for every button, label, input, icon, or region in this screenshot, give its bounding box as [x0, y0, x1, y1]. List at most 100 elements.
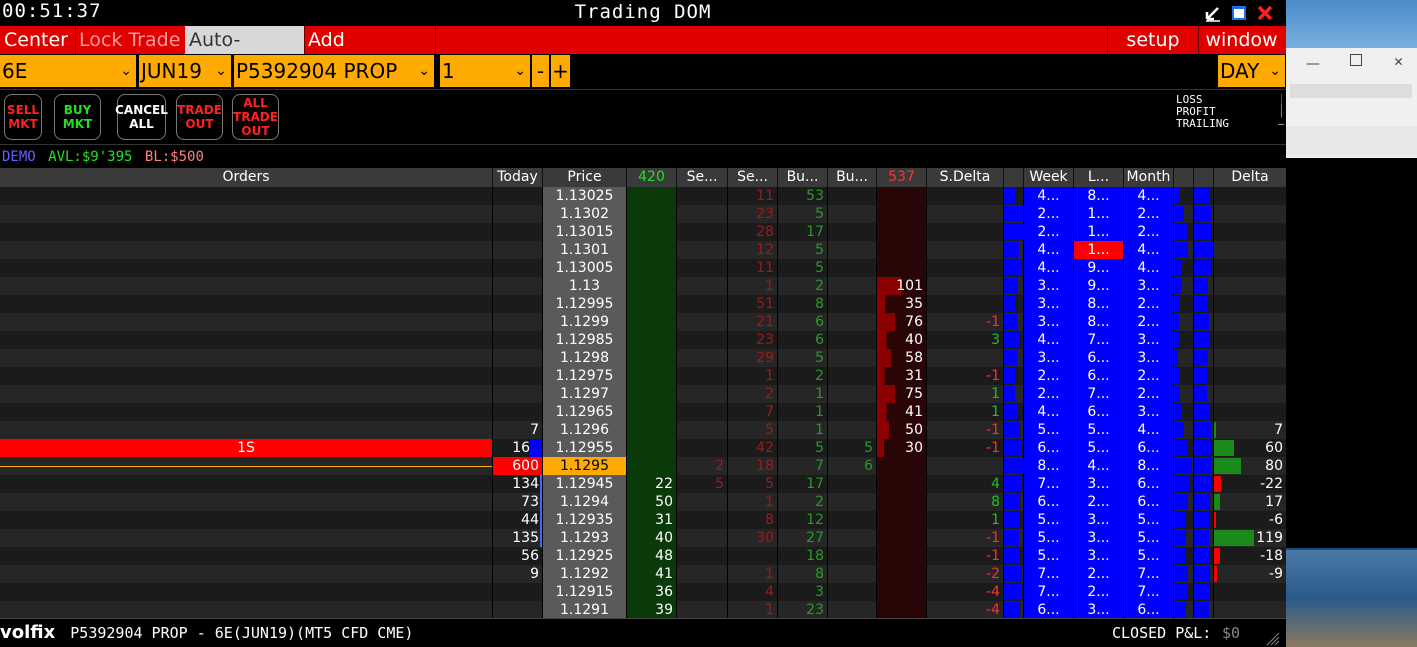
ask-volume[interactable]: 30: [877, 439, 926, 457]
auto-center-button[interactable]: Auto-Center: [185, 26, 305, 79]
center-button[interactable]: Center: [0, 26, 76, 54]
order-cell[interactable]: [0, 349, 492, 367]
order-cell[interactable]: [0, 511, 492, 529]
cancel-all-button[interactable]: CANCEL ALL: [115, 94, 168, 140]
bid-volume[interactable]: [627, 295, 676, 313]
account-select[interactable]: P5392904 PROP ⌄: [234, 55, 434, 87]
orders-header[interactable]: Orders: [0, 168, 493, 187]
price-level[interactable]: 1.12955: [543, 439, 626, 457]
price-level[interactable]: 1.13015: [543, 223, 626, 241]
price-header[interactable]: Price: [543, 168, 627, 187]
price-level[interactable]: 1.1296: [543, 421, 626, 439]
buy-header-1[interactable]: Bu...: [778, 168, 828, 187]
bid-volume[interactable]: 40: [627, 529, 676, 547]
ask-volume[interactable]: 50: [877, 421, 926, 439]
minimize-icon[interactable]: [1204, 4, 1222, 22]
order-cell[interactable]: [0, 583, 492, 601]
order-cell[interactable]: [0, 421, 492, 439]
order-cell[interactable]: [0, 601, 492, 619]
ask-volume[interactable]: 58: [877, 349, 926, 367]
ask-volume[interactable]: 101: [877, 277, 926, 295]
bid-volume[interactable]: [627, 259, 676, 277]
week-header[interactable]: Week: [1024, 168, 1074, 187]
price-level[interactable]: 1.12925: [543, 547, 626, 565]
order-cell[interactable]: [0, 187, 492, 205]
ask-volume[interactable]: [877, 511, 926, 529]
bid-volume[interactable]: 41: [627, 565, 676, 583]
price-level[interactable]: 1.12945: [543, 475, 626, 493]
month-header[interactable]: Month: [1124, 168, 1174, 187]
setup-button[interactable]: setup: [1107, 26, 1199, 54]
sell-header-2[interactable]: Se...: [728, 168, 778, 187]
order-cell[interactable]: [0, 529, 492, 547]
bid-volume[interactable]: [627, 349, 676, 367]
buy-market-button[interactable]: BUY MKT: [54, 94, 101, 140]
price-level[interactable]: 1.1298: [543, 349, 626, 367]
bid-volume[interactable]: 48: [627, 547, 676, 565]
ask-volume[interactable]: 40: [877, 331, 926, 349]
tif-select[interactable]: DAY ⌄: [1218, 55, 1285, 87]
bid-volume[interactable]: [627, 421, 676, 439]
quantity-select[interactable]: 1 ⌄: [440, 55, 530, 87]
bid-volume[interactable]: [627, 241, 676, 259]
ask-volume[interactable]: 41: [877, 403, 926, 421]
bid-volume[interactable]: [627, 277, 676, 295]
bid-volume[interactable]: [627, 187, 676, 205]
order-cell[interactable]: [0, 331, 492, 349]
bid-volume[interactable]: [627, 385, 676, 403]
price-level[interactable]: 1.1297: [543, 385, 626, 403]
ask-volume[interactable]: [877, 205, 926, 223]
bid-volume[interactable]: [627, 313, 676, 331]
order-cell[interactable]: [0, 493, 492, 511]
order-cell[interactable]: [0, 565, 492, 583]
sell-header-1[interactable]: Se...: [677, 168, 728, 187]
ask-volume[interactable]: [877, 475, 926, 493]
other-close-icon[interactable]: ✕: [1394, 52, 1403, 70]
price-level[interactable]: 1.12935: [543, 511, 626, 529]
working-order-marker[interactable]: 1S: [0, 439, 492, 457]
bid-volume[interactable]: 50: [627, 493, 676, 511]
ask-volume[interactable]: [877, 547, 926, 565]
ask-volume[interactable]: [877, 601, 926, 619]
order-cell[interactable]: [0, 367, 492, 385]
bid-volume[interactable]: [627, 223, 676, 241]
bid-volume[interactable]: 31: [627, 511, 676, 529]
bid-volume[interactable]: [627, 439, 676, 457]
price-level[interactable]: 1.1301: [543, 241, 626, 259]
bid-volume[interactable]: 36: [627, 583, 676, 601]
order-cell[interactable]: [0, 277, 492, 295]
ask-volume-header[interactable]: 537: [877, 168, 927, 187]
ask-volume[interactable]: 35: [877, 295, 926, 313]
bid-volume[interactable]: [627, 367, 676, 385]
price-level[interactable]: 1.12975: [543, 367, 626, 385]
price-level[interactable]: 1.1294: [543, 493, 626, 511]
price-level[interactable]: 1.1295: [543, 457, 626, 475]
bid-volume[interactable]: [627, 205, 676, 223]
order-cell[interactable]: [0, 547, 492, 565]
price-level[interactable]: 1.1292: [543, 565, 626, 583]
quantity-minus-button[interactable]: -: [532, 55, 549, 87]
ask-volume[interactable]: [877, 493, 926, 511]
ask-volume[interactable]: [877, 223, 926, 241]
delta-header[interactable]: Delta: [1214, 168, 1286, 187]
order-cell[interactable]: [0, 295, 492, 313]
resize-grip-icon[interactable]: [1266, 627, 1280, 646]
sdelta-header[interactable]: S.Delta: [927, 168, 1004, 187]
window-button[interactable]: window: [1197, 26, 1286, 54]
price-level[interactable]: 1.13005: [543, 259, 626, 277]
order-cell[interactable]: [0, 313, 492, 331]
order-cell[interactable]: [0, 403, 492, 421]
ask-volume[interactable]: 31: [877, 367, 926, 385]
lock-trade-button[interactable]: Lock Trade: [75, 26, 186, 54]
l-header[interactable]: L...: [1074, 168, 1124, 187]
order-cell[interactable]: [0, 241, 492, 259]
price-level[interactable]: 1.13: [543, 277, 626, 295]
symbol-select[interactable]: 6E ⌄: [0, 55, 136, 87]
ask-volume[interactable]: [877, 241, 926, 259]
ask-volume[interactable]: 75: [877, 385, 926, 403]
buy-header-2[interactable]: Bu...: [828, 168, 877, 187]
bid-volume[interactable]: [627, 403, 676, 421]
price-level[interactable]: 1.12965: [543, 403, 626, 421]
order-cell[interactable]: [0, 223, 492, 241]
bid-volume-header[interactable]: 420: [627, 168, 677, 187]
